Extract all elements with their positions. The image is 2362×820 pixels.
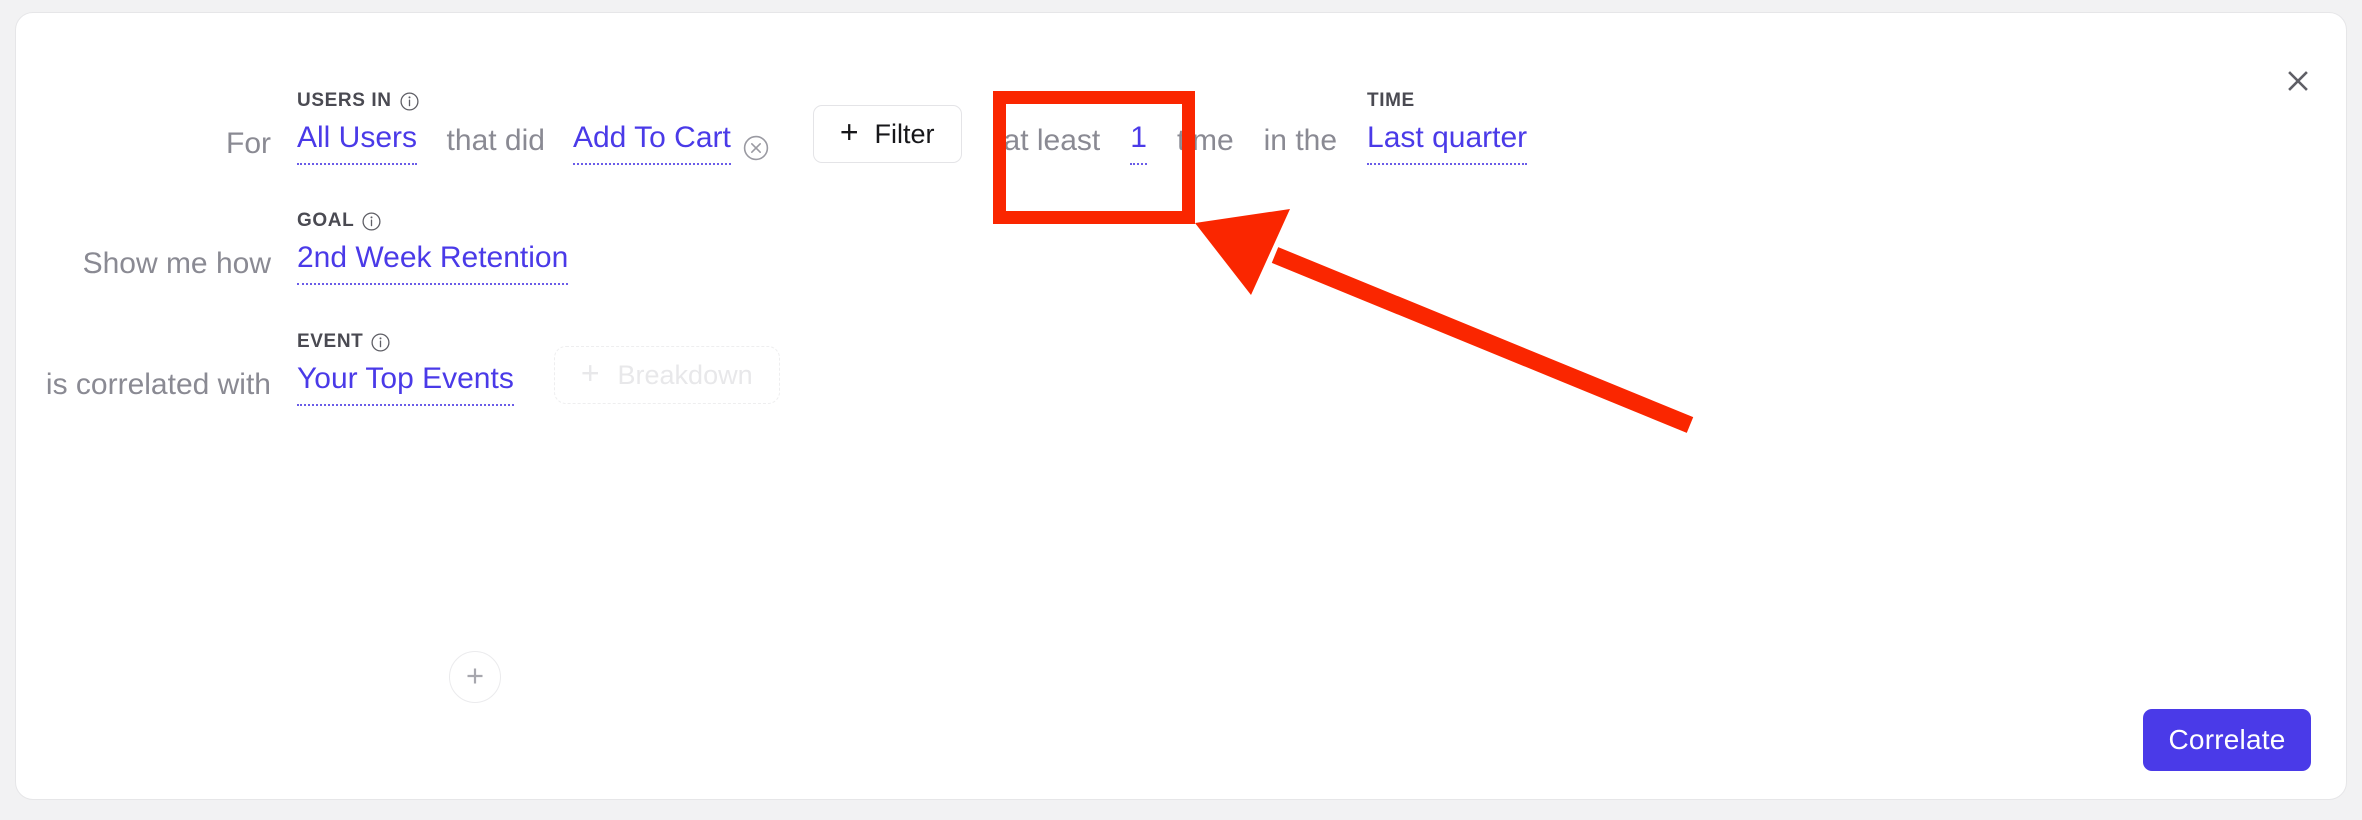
users-in-caption-label: USERS IN: [297, 90, 392, 111]
query-row-event: is correlated with EVENT Your Top Events: [16, 331, 2346, 406]
count-token: 1: [1130, 121, 1147, 165]
event-caption: EVENT: [297, 331, 390, 353]
event-selector-add-to-cart[interactable]: Add To Cart: [572, 121, 731, 165]
close-button[interactable]: [2276, 59, 2320, 103]
time-word-label: time: [1176, 124, 1234, 157]
did-event-token: Add To Cart: [572, 121, 769, 165]
screen: For USERS IN All Users that did Add To C…: [0, 0, 2362, 820]
correlate-button[interactable]: Correlate: [2143, 709, 2311, 771]
time-value-wrap: Last quarter: [1367, 121, 1528, 165]
plus-icon: +: [580, 355, 600, 391]
filter-button-label: Filter: [874, 118, 935, 149]
row1-prefix: For: [226, 127, 271, 160]
time-caption: TIME: [1367, 90, 1415, 112]
remove-circle-icon[interactable]: [743, 135, 769, 161]
correlation-builder-dialog: For USERS IN All Users that did Add To C…: [15, 12, 2347, 800]
count-selector[interactable]: 1: [1130, 121, 1147, 165]
at-least-label: at least: [1003, 124, 1101, 157]
goal-value-wrap: 2nd Week Retention: [297, 241, 569, 285]
row3-prefix: is correlated with: [45, 368, 271, 401]
info-icon[interactable]: [371, 332, 390, 352]
plus-icon: [462, 663, 488, 692]
breakdown-button[interactable]: + Breakdown: [553, 346, 780, 404]
users-in-token: USERS IN All Users: [297, 90, 419, 165]
in-the-label: in the: [1263, 124, 1338, 157]
audience-selector[interactable]: All Users: [297, 121, 418, 165]
breakdown-button-label: Breakdown: [617, 359, 753, 390]
goal-selector[interactable]: 2nd Week Retention: [297, 241, 569, 285]
event-caption-label: EVENT: [297, 331, 364, 352]
users-in-caption: USERS IN: [297, 90, 419, 112]
event-token: EVENT Your Top Events: [297, 331, 514, 406]
count-value-wrap: 1: [1130, 121, 1147, 165]
info-icon[interactable]: [399, 91, 419, 111]
query-row-goal: Show me how GOAL 2nd Week Retention: [16, 210, 2346, 285]
goal-token: GOAL 2nd Week Retention: [297, 210, 569, 285]
close-icon: [2283, 66, 2313, 96]
users-in-value-wrap: All Users: [297, 121, 418, 165]
query-row-audience: For USERS IN All Users that did Add To C…: [16, 90, 2346, 165]
did-event-value-wrap: Add To Cart: [572, 121, 769, 165]
time-caption-label: TIME: [1367, 90, 1415, 111]
event-value-wrap: Your Top Events: [297, 362, 514, 406]
row2-prefix: Show me how: [82, 247, 271, 280]
add-clause-button[interactable]: [449, 651, 501, 703]
plus-icon: +: [839, 114, 859, 150]
filter-button[interactable]: + Filter: [812, 105, 962, 163]
event-selector-top-events[interactable]: Your Top Events: [297, 362, 514, 406]
goal-caption-label: GOAL: [297, 210, 355, 231]
info-icon[interactable]: [362, 211, 381, 231]
row1-connector-did: that did: [446, 124, 545, 157]
time-token: TIME Last quarter: [1367, 90, 1528, 165]
time-range-selector[interactable]: Last quarter: [1367, 121, 1528, 165]
goal-caption: GOAL: [297, 210, 381, 232]
